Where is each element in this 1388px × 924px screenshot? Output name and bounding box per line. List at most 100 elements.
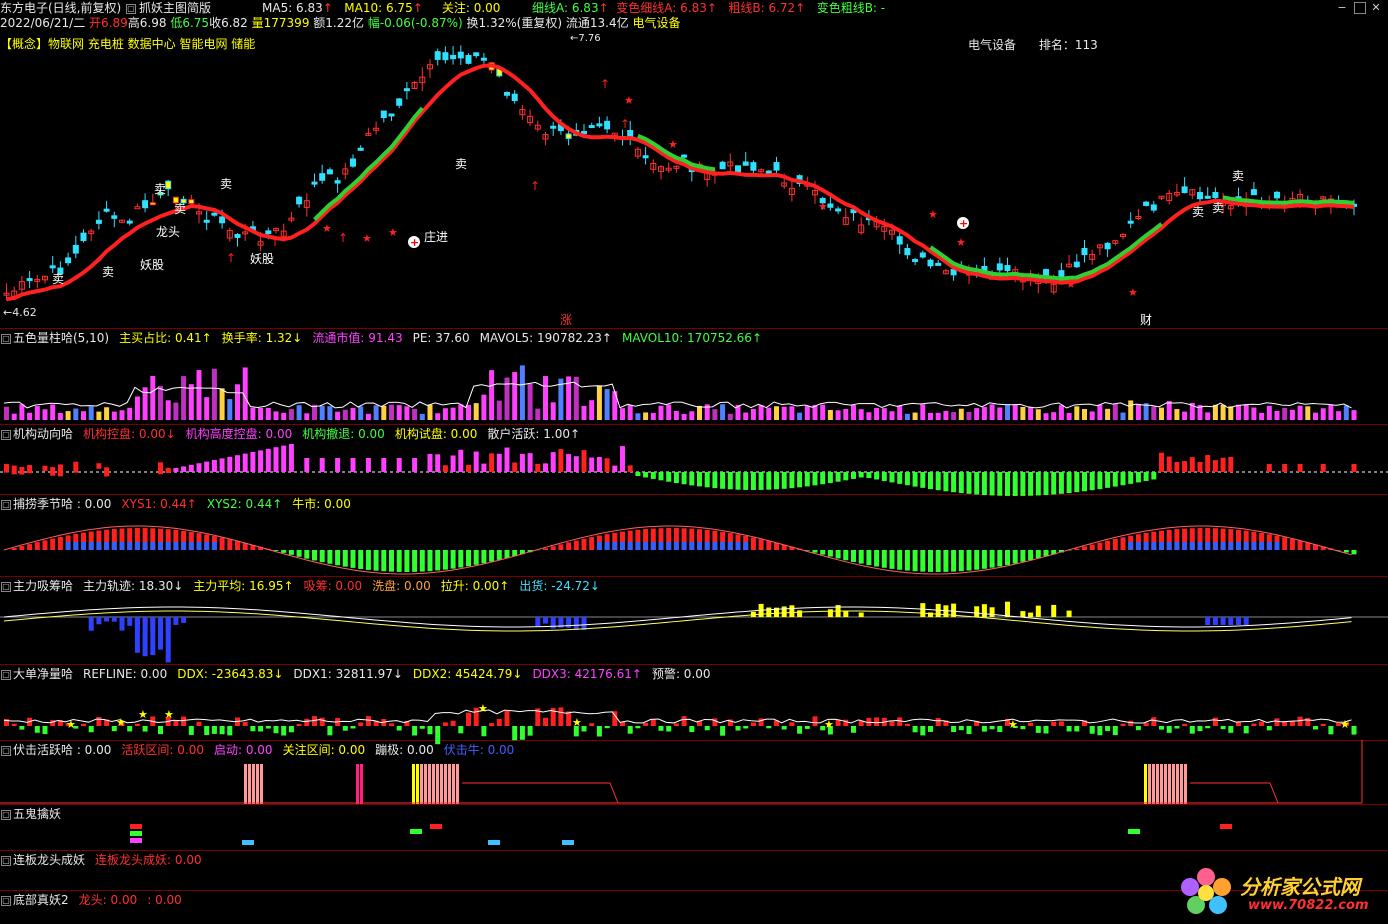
panel-header: ▢大单净量哈REFLINE: 0.00DDX: -23643.83↓DDX1: … <box>0 665 721 683</box>
panel-ambush[interactable]: ▢伏击活跃哈 : 0.00活跃区间: 0.00启动: 0.00关注区间: 0.0… <box>0 740 1388 805</box>
panel-value: MAVOL5: 190782.23↑ <box>480 331 612 345</box>
candle-body <box>913 260 918 262</box>
candle-body <box>751 163 756 171</box>
chart-annotation: 卖 <box>455 157 467 171</box>
candle-body <box>936 263 941 265</box>
panel-collapse-icon[interactable]: ▢ <box>1 670 11 680</box>
panel-header: ▢捕捞季节哈 : 0.00 XYS1: 0.44↑ XYS2: 0.44↑ 牛市: 0… <box>0 495 361 513</box>
panel-value: XYS1: 0.44↑ <box>121 497 196 511</box>
panel-value: XYS2: 0.44↑ <box>207 497 282 511</box>
candle-body <box>212 213 217 215</box>
bank-enter-plus: + <box>959 217 968 230</box>
panel-absorb[interactable]: ▢主力吸筹哈主力轨迹: 18.30↓主力平均: 16.95↑吸筹: 0.00洗盘… <box>0 576 1388 665</box>
panel-value: 拉升: 0.00↑ <box>441 579 510 593</box>
panel-collapse-icon[interactable]: ▢ <box>1 334 11 344</box>
candle-body <box>1182 187 1187 193</box>
candle-body <box>512 94 517 100</box>
panel-volume[interactable]: ▢五色量柱哈(5,10)主买占比: 0.41↑换手率: 1.32↓流通市值: 9… <box>0 328 1388 425</box>
candle-body <box>928 260 933 266</box>
candle-body <box>443 53 448 60</box>
candle-body <box>1074 262 1079 267</box>
panel-header: ▢机构动向哈机构控盘: 0.00↓机构高度控盘: 0.00机构撤退: 0.00机… <box>0 425 590 443</box>
candle-body <box>81 233 86 240</box>
candle-body <box>404 89 409 91</box>
panel-title: 主力吸筹哈 <box>13 579 73 593</box>
chart-annotation: 妖股 <box>250 252 274 266</box>
chart-annotation: 卖 <box>1232 169 1244 183</box>
panel-value: 主力平均: 16.95↑ <box>193 579 293 593</box>
panel-value: PE: 37.60 <box>413 331 470 345</box>
candlestick-chart[interactable]: 卖卖卖卖卖卖卖卖卖妖股妖股庄进涨财龙头++★★★★★★★★★★↑↑↑↑↑↑ <box>0 0 1388 330</box>
candle-body <box>220 217 225 223</box>
panel-fiveghost[interactable]: ▢五鬼擒妖 <box>0 804 1388 851</box>
candle-body <box>127 221 132 223</box>
panel-collapse-icon[interactable]: ▢ <box>1 896 11 906</box>
panel-value: 预警: 0.00 <box>652 667 711 681</box>
candle-body <box>743 162 748 165</box>
panel-title: 五色量柱哈(5,10) <box>13 331 109 345</box>
panel-value: 出货: -24.72↓ <box>519 579 600 593</box>
candle-body <box>335 181 340 183</box>
panel-value: 关注区间: 0.00 <box>283 743 366 757</box>
chart-annotation: 卖 <box>52 272 64 286</box>
red-star-icon: ★ <box>928 208 938 221</box>
watermark-url[interactable]: www.70822.com <box>1248 898 1369 913</box>
panel-title: 捕捞季节哈 : 0.00 <box>13 497 111 511</box>
ma-green-line <box>1223 197 1354 203</box>
panel-value: 伏击牛: 0.00 <box>444 743 515 757</box>
candle-body <box>566 134 571 138</box>
panel-value: DDX3: 42176.61↑ <box>532 667 642 681</box>
red-star-icon: ★ <box>388 226 398 239</box>
candle-body <box>135 207 140 209</box>
panel-value: DDX1: 32811.97↓ <box>293 667 403 681</box>
panel-header: ▢五色量柱哈(5,10)主买占比: 0.41↑换手率: 1.32↓流通市值: 9… <box>0 329 772 347</box>
candle-body <box>920 253 925 257</box>
candle-body <box>481 58 486 60</box>
panel-value: 蹦极: 0.00 <box>375 743 434 757</box>
up-arrow-icon: ↑ <box>600 77 610 91</box>
panel-collapse-icon[interactable]: ▢ <box>1 810 11 820</box>
panel-collapse-icon[interactable]: ▢ <box>1 582 11 592</box>
candle-body <box>466 56 471 64</box>
panel-collapse-icon[interactable]: ▢ <box>1 500 11 510</box>
candle-body <box>1144 202 1149 205</box>
red-star-icon: ★ <box>1066 278 1076 291</box>
candle-body <box>774 163 779 171</box>
panel-inst[interactable]: ▢机构动向哈机构控盘: 0.00↓机构高度控盘: 0.00机构撤退: 0.00机… <box>0 424 1388 495</box>
chart-annotation: 卖 <box>174 202 186 216</box>
candle-body <box>905 249 910 255</box>
panel-value: 换手率: 1.32↓ <box>222 331 303 345</box>
panel-ddx[interactable]: ▢大单净量哈REFLINE: 0.00DDX: -23643.83↓DDX1: … <box>0 664 1388 741</box>
candle-body <box>766 171 771 173</box>
panel-value: 连板龙头成妖: 0.00 <box>95 853 202 867</box>
up-arrow-icon: ↑ <box>338 231 348 245</box>
candle-body <box>351 159 356 166</box>
panel-value: 启动: 0.00 <box>214 743 273 757</box>
panel-title: 机构动向哈 <box>13 427 73 441</box>
red-star-icon: ★ <box>362 232 372 245</box>
up-arrow-icon: ↑ <box>226 251 236 265</box>
panel-value: 牛市: 0.00 <box>292 497 351 511</box>
candle-body <box>358 148 363 150</box>
chart-annotation: 卖 <box>154 182 166 196</box>
candle-body <box>589 126 594 128</box>
red-star-icon: ★ <box>818 200 828 213</box>
panel-value: 主力轨迹: 18.30↓ <box>83 579 183 593</box>
candle-body <box>1128 221 1133 223</box>
chart-annotation: 卖 <box>220 177 232 191</box>
candle-body <box>505 93 510 96</box>
panel-collapse-icon[interactable]: ▢ <box>1 856 11 866</box>
panel-collapse-icon[interactable]: ▢ <box>1 430 11 440</box>
panel-season[interactable]: ▢捕捞季节哈 : 0.00 XYS1: 0.44↑ XYS2: 0.44↑ 牛市: 0… <box>0 494 1388 577</box>
candle-body <box>235 235 240 238</box>
panel-collapse-icon[interactable]: ▢ <box>1 746 11 756</box>
candle-body <box>1005 266 1010 271</box>
chart-annotation: 妖股 <box>140 258 164 272</box>
candle-body <box>166 181 171 188</box>
candle-body <box>643 156 648 158</box>
candle-body <box>1275 192 1280 198</box>
chart-annotation: 涨 <box>560 312 572 327</box>
candle-body <box>1198 193 1203 199</box>
candle-body <box>458 52 463 58</box>
panel-title: 五鬼擒妖 <box>13 807 61 821</box>
